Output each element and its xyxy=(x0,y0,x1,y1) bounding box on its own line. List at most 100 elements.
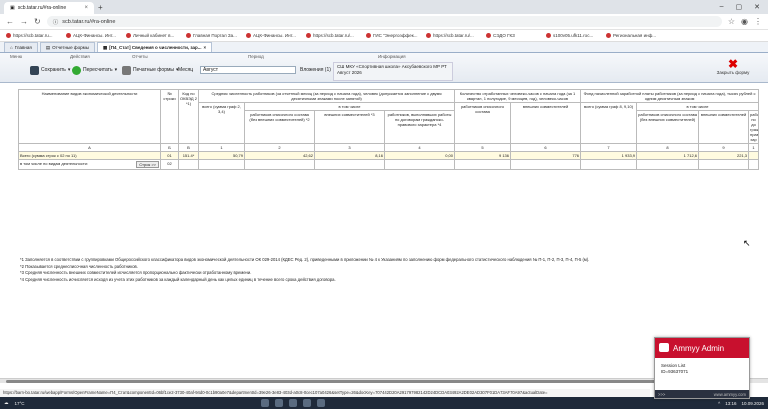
app-tab-close-icon[interactable]: × xyxy=(204,45,207,50)
print-forms-button[interactable]: Печатные формы ▾ xyxy=(122,65,179,75)
bookmark-favicon-icon xyxy=(126,33,131,38)
footnotes: *1 Заполняется в соответствии с группиро… xyxy=(20,257,740,283)
tab-title: scb.tatar.ru/#ra-online xyxy=(17,4,67,11)
app-tab-forms[interactable]: ▤ Отчетные формы xyxy=(39,42,95,52)
print-icon xyxy=(122,65,131,75)
cell-payroll-ext[interactable]: 221,3 xyxy=(698,151,750,160)
bookmark-favicon-icon xyxy=(606,33,611,38)
ammyy-more-link[interactable]: >>> xyxy=(658,392,665,397)
back-icon[interactable]: ← xyxy=(6,17,14,26)
cell-payroll-contract[interactable] xyxy=(748,151,760,160)
empty-cell xyxy=(748,159,760,170)
bookmark-favicon-icon xyxy=(546,33,551,38)
bookmark-label: АЦК-Финансы. Инт... xyxy=(253,33,296,38)
save-button[interactable]: Сохранить ▾ xyxy=(30,65,70,75)
tab-close-icon[interactable]: × xyxy=(84,5,88,11)
explorer-icon[interactable] xyxy=(288,399,297,407)
period-select[interactable]: Август xyxy=(200,66,296,74)
new-tab-icon[interactable]: + xyxy=(98,3,103,12)
bookmark-label: https://scb.tatar.ru/... xyxy=(313,33,354,38)
profile-icon[interactable]: ◉ xyxy=(741,17,748,26)
close-form-icon: ✖ xyxy=(727,57,739,71)
bookmark-item[interactable]: Региональная инф... xyxy=(606,33,662,38)
search-icon[interactable] xyxy=(274,399,283,407)
menu-icon[interactable]: ⋮ xyxy=(754,17,762,26)
minimize-icon[interactable]: – xyxy=(720,3,724,11)
empty-cell xyxy=(244,159,315,170)
bookmark-item[interactable]: https://scb.tatar.ru/... xyxy=(306,33,362,38)
bookmark-item[interactable]: АЦК-Финансы. Инт... xyxy=(246,33,302,38)
info-panel: СШ МКУ «Спортивная школа» Аксубаевского … xyxy=(333,62,453,81)
weather-temp: 17°C xyxy=(14,400,25,406)
close-window-icon[interactable]: ✕ xyxy=(754,3,760,11)
cell-external[interactable]: 8,16 xyxy=(314,151,385,160)
clock-date[interactable]: 10.09.2026 xyxy=(741,401,764,406)
table-row-total: Всего (сумма строк с 02 по 11) 01 151.4*… xyxy=(18,151,760,160)
bookmark-item[interactable]: СЭДО ГКЗ xyxy=(486,33,542,38)
row-okved[interactable]: 151.4* xyxy=(178,151,199,160)
report-icon: ▦ xyxy=(102,44,108,50)
bookmark-item[interactable]: ГИС "Энергоэффек... xyxy=(366,33,422,38)
browser-tab[interactable]: ▣ scb.tatar.ru/#ra-online × xyxy=(4,1,94,14)
start-icon[interactable] xyxy=(260,399,269,407)
bookmark-item[interactable]: Главная Портал За... xyxy=(186,33,242,38)
tab-favicon-icon: ▣ xyxy=(10,4,15,11)
window-controls: – ▢ ✕ xyxy=(720,3,768,11)
browser-icon[interactable] xyxy=(302,399,311,407)
ammyy-site-link[interactable]: www.ammyy.com xyxy=(714,392,746,397)
bookmark-favicon-icon xyxy=(66,33,71,38)
cell-total[interactable]: 50,79 xyxy=(198,151,245,160)
recalc-button[interactable]: Пересчитать ▾ xyxy=(72,65,117,75)
col-header-okved: Код по ОКВЭД 2 *1) xyxy=(178,89,199,144)
column-number: 7 xyxy=(580,143,638,152)
maximize-icon[interactable]: ▢ xyxy=(736,3,743,11)
rows-expand-button[interactable]: Строк >> xyxy=(136,161,159,168)
empty-cell xyxy=(580,159,638,170)
horizontal-scrollbar[interactable] xyxy=(0,378,768,383)
row-label-text: в том числе по видам деятельности: xyxy=(20,161,89,166)
bookmark-item[interactable]: АЦК-Финансы. Инт... xyxy=(66,33,122,38)
star-icon[interactable]: ☆ xyxy=(728,17,735,26)
reload-icon[interactable]: ↻ xyxy=(34,17,41,26)
close-form-button[interactable]: ✖ Закрыть форму xyxy=(716,58,750,75)
app-tab-report[interactable]: ▦ [П4_Стат] Сведения о численности, зар..… xyxy=(96,42,213,52)
bookmark-item[interactable]: https://scb.tatar.ru... xyxy=(6,33,62,38)
mouse-cursor-icon: ↖ xyxy=(743,238,751,248)
column-number: А xyxy=(18,143,161,152)
app-tab-home[interactable]: ⌂ Главная xyxy=(4,42,38,52)
empty-cell xyxy=(383,159,456,170)
column-number: 1 xyxy=(748,143,760,152)
ammyy-admin-popup[interactable]: Ammyy Admin Session List ID=93637071 >>>… xyxy=(654,337,750,399)
app-icon[interactable] xyxy=(316,399,325,407)
col-header-ext-hours: внешних совместителей xyxy=(510,102,582,144)
cell-payroll-staff[interactable]: 1 712,6 xyxy=(636,151,700,160)
tray-expand-icon[interactable]: ^ xyxy=(718,401,720,406)
scrollbar-thumb[interactable] xyxy=(6,380,726,383)
forward-icon[interactable]: → xyxy=(20,17,28,26)
ammyy-footer: >>> www.ammyy.com xyxy=(655,390,749,398)
bookmark-item[interactable]: s100v05.ufk11.roc... xyxy=(546,33,602,38)
cell-staff[interactable]: 42,62 xyxy=(244,151,315,160)
clock-time[interactable]: 13:16 xyxy=(725,401,736,406)
empty-cell xyxy=(178,159,199,170)
weather-icon[interactable]: ☁ xyxy=(4,400,9,406)
ammyy-body: Session List ID=93637071 xyxy=(655,358,749,380)
column-number: 3 xyxy=(314,143,385,152)
column-number: 9 xyxy=(698,143,750,152)
group-menu-label: Меню xyxy=(10,54,23,59)
col-header-incl-2: в том числе xyxy=(636,102,760,111)
col-header-payroll-total: всего (сумма граф 8, 9,10) xyxy=(580,102,638,144)
system-tray: ^ 13:16 10.09.2026 xyxy=(718,401,764,406)
site-info-icon[interactable]: ⓘ xyxy=(53,18,59,26)
bookmark-label: СЭДО ГКЗ xyxy=(493,33,515,38)
cell-staff-hours[interactable]: 9 136 xyxy=(454,151,512,160)
bookmark-item[interactable]: Личный кабинет в... xyxy=(126,33,182,38)
bookmark-item[interactable]: https://scb.tatar.ru/... xyxy=(426,33,482,38)
cell-ext-hours[interactable]: 776 xyxy=(510,151,582,160)
column-number: 4 xyxy=(383,143,456,152)
address-input[interactable]: ⓘ scb.tatar.ru/#ra-online xyxy=(46,16,722,27)
print-forms-label: Печатные формы xyxy=(133,67,175,73)
cell-payroll-total[interactable]: 1 933,9 xyxy=(580,151,638,160)
cell-contract[interactable]: 0,00 xyxy=(383,151,456,160)
col-header-activity: Наименование видов экономической деятель… xyxy=(18,89,161,144)
